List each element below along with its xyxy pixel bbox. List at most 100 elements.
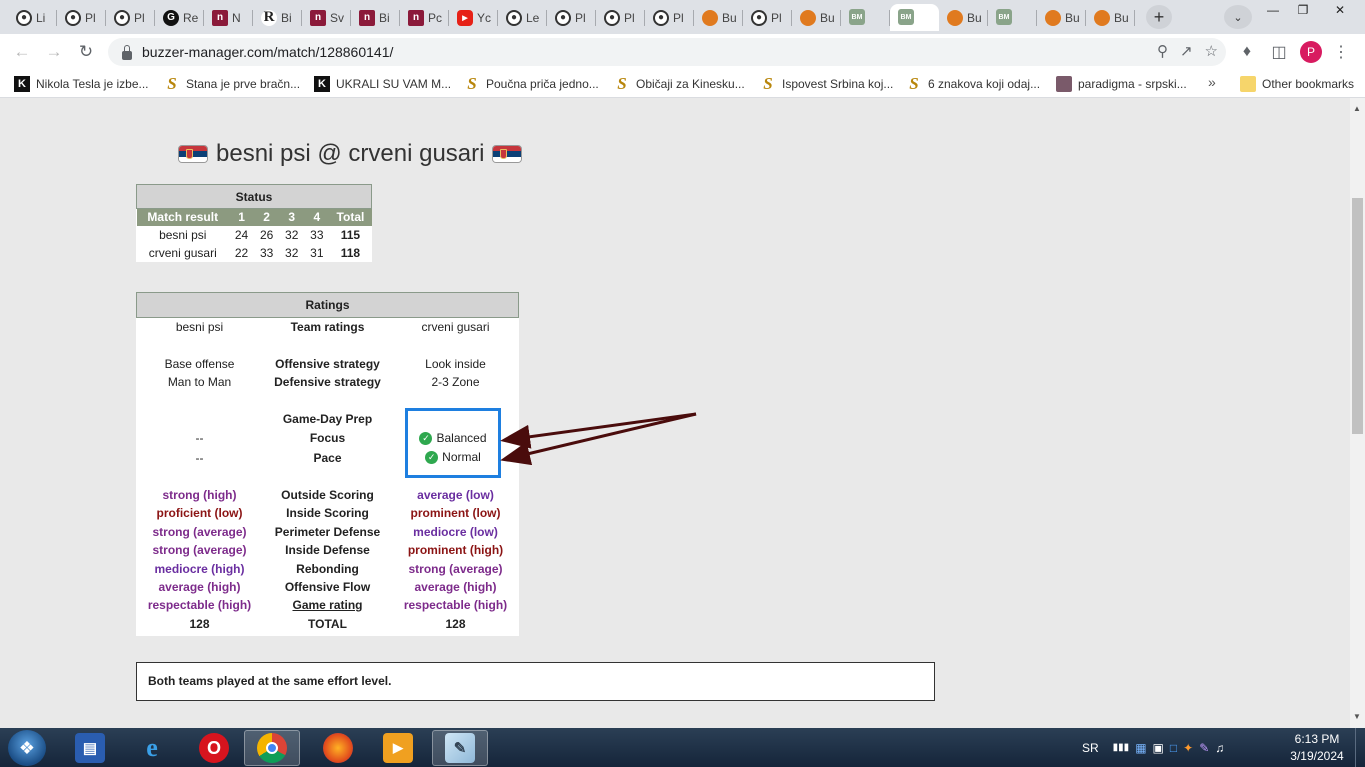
soccer-ball-icon: ● <box>604 9 620 26</box>
browser-tab[interactable]: BMBu <box>841 4 890 31</box>
bookmarks-overflow-button[interactable]: » <box>1208 74 1216 90</box>
taskbar-chrome[interactable] <box>244 730 300 766</box>
start-button[interactable]: ❖ <box>8 730 46 766</box>
tab-strip: ● Li ● Pl ● Pl G Re n N R Bi n Sv n Bi n Pc ▶ Yc ● Le ● Pl ● Pl ● P… <box>0 0 1365 34</box>
zoom-icon[interactable]: ⚲ <box>1157 42 1168 60</box>
address-bar[interactable]: buzzer-manager.com/match/128860141/ ⚲ ↗ … <box>108 38 1226 66</box>
restore-icon[interactable]: ❐ <box>1288 0 1318 20</box>
minimize-icon[interactable]: — <box>1258 0 1288 20</box>
offensive-strategy-label: Offensive strategy <box>275 357 380 371</box>
away-rating: mediocre (low) <box>413 525 498 539</box>
tab-title: N <box>232 10 241 25</box>
bookmark-item[interactable]: S 6 znakova koji odaj... <box>906 74 1040 93</box>
browser-tab[interactable]: n Bi <box>351 4 400 31</box>
signal-icon[interactable]: ▮▮▮ <box>1113 742 1130 753</box>
taskbar-ie[interactable]: e <box>124 730 180 766</box>
browser-tab[interactable]: ● Pl <box>596 4 645 31</box>
game-rating-link[interactable]: Game rating <box>264 598 391 612</box>
defensive-strategy-label: Defensive strategy <box>274 375 381 389</box>
browser-tab[interactable]: ● Le <box>498 4 547 31</box>
game-day-prep-highlight: ✓ Balanced ✓ Normal <box>405 408 501 478</box>
other-bookmarks[interactable]: Other bookmarks <box>1240 75 1354 93</box>
scrollbar-thumb[interactable] <box>1352 198 1363 434</box>
share-icon[interactable]: ↗ <box>1180 42 1193 60</box>
taskbar-opera[interactable]: O <box>186 730 242 766</box>
browser-toolbar: ← → ↻ buzzer-manager.com/match/128860141… <box>0 34 1365 70</box>
browser-tab[interactable]: ▶ Yc <box>449 4 498 31</box>
browser-tab[interactable]: ● Pl <box>743 4 792 31</box>
browser-tab[interactable]: ● Pl <box>645 4 694 31</box>
browser-tab[interactable]: Bu <box>792 4 841 31</box>
clock-time: 6:13 PM <box>1294 732 1340 746</box>
quarter-score: 33 <box>259 245 274 260</box>
s-logo-icon: S <box>167 74 177 93</box>
scroll-up-icon[interactable]: ▲ <box>1353 104 1361 113</box>
show-desktop-button[interactable] <box>1355 728 1365 767</box>
bookmark-item[interactable]: K Nikola Tesla je izbe... <box>14 75 149 93</box>
browser-tab[interactable]: G Re <box>155 4 204 31</box>
home-rating: strong (average) <box>152 525 247 539</box>
browser-tab[interactable]: Bu <box>1037 4 1086 31</box>
browser-tab[interactable]: ● Pl <box>106 4 155 31</box>
extensions-icon[interactable]: ♦ <box>1236 43 1258 61</box>
browser-tab[interactable]: ● Pl <box>547 4 596 31</box>
browser-tab[interactable]: n Pc <box>400 4 449 31</box>
quarter-score: 31 <box>310 245 324 260</box>
tool-icon[interactable]: ✦ <box>1183 741 1193 755</box>
browser-tab[interactable]: ● Li <box>8 4 57 31</box>
star-icon[interactable]: ☆ <box>1205 42 1218 60</box>
browser-tab[interactable]: ● Pl <box>57 4 106 31</box>
bookmark-item[interactable]: S Ispovest Srbina koj... <box>760 74 893 93</box>
page-content: besni psi @ crveni gusari Status Match r… <box>0 98 1350 728</box>
browser-tab[interactable]: BMBu <box>988 4 1037 31</box>
taskbar-notepad[interactable]: ✎ <box>432 730 488 766</box>
bookmark-item[interactable]: S Poučna priča jedno... <box>464 74 598 93</box>
bookmark-item[interactable]: S Stana je prve bračn... <box>164 74 301 93</box>
language-indicator[interactable]: SR <box>1082 741 1099 755</box>
bookmark-item[interactable]: paradigma - srpski... <box>1056 75 1187 93</box>
ratings-table: Ratings besni psi Team ratings crveni gu… <box>136 292 519 636</box>
pen-icon[interactable]: ✎ <box>1199 741 1209 755</box>
s-logo-icon: S <box>467 74 477 93</box>
away-offense: Look inside <box>425 357 486 371</box>
browser-tab[interactable]: nN <box>204 4 253 31</box>
basketball-icon <box>1045 9 1061 26</box>
taskbar-save-app[interactable]: ▤ <box>62 730 118 766</box>
tab-title: Bu <box>722 10 737 25</box>
away-team-name: crveni gusari <box>421 320 490 334</box>
network-icon[interactable]: ▣ <box>1153 741 1164 755</box>
bookmark-item[interactable]: K UKRALI SU VAM M... <box>314 75 451 93</box>
tab-search-button[interactable]: ⌄ <box>1224 5 1252 29</box>
browser-tab[interactable]: n Sv <box>302 4 351 31</box>
windows-apps-icon[interactable]: ▦ <box>1135 741 1146 755</box>
browser-tab[interactable]: Bu <box>1086 4 1135 31</box>
close-window-icon[interactable]: ✕ <box>1318 0 1362 20</box>
browser-tab[interactable]: Bu <box>939 4 988 31</box>
bookmark-label: Običaji za Kinesku... <box>636 77 745 91</box>
outlook-icon[interactable]: □ <box>1170 741 1177 755</box>
vertical-scrollbar[interactable]: ▲ ▼ <box>1350 98 1365 728</box>
status-column-headers: Match result 1 2 3 4 Total <box>136 208 372 226</box>
scroll-down-icon[interactable]: ▼ <box>1353 712 1361 721</box>
forward-arrow-icon[interactable]: → <box>42 41 66 63</box>
browser-tab[interactable]: R Bi <box>253 4 302 31</box>
taskbar-media-player[interactable]: ▶ <box>370 730 426 766</box>
taskbar-firefox[interactable] <box>310 730 366 766</box>
browser-tab[interactable]: Bu <box>694 4 743 31</box>
floppy-disk-icon: ▤ <box>75 733 105 763</box>
browser-tab[interactable]: BM✕ <box>890 4 939 31</box>
clock[interactable]: 6:13 PM 3/19/2024 <box>1282 731 1352 765</box>
sidebar-icon[interactable]: ◫ <box>1268 42 1290 62</box>
reload-icon[interactable]: ↻ <box>74 41 98 63</box>
volume-icon[interactable]: ♫ <box>1215 741 1224 755</box>
home-defense: Man to Man <box>167 375 232 389</box>
new-tab-button[interactable]: + <box>1146 5 1172 29</box>
menu-icon[interactable]: ⋮ <box>1330 42 1352 62</box>
url-text[interactable]: buzzer-manager.com/match/128860141/ <box>142 44 393 60</box>
back-arrow-icon[interactable]: ← <box>10 41 34 63</box>
home-offense: Base offense <box>164 357 235 371</box>
column-header: 3 <box>279 208 305 226</box>
bookmark-item[interactable]: S Običaji za Kinesku... <box>614 74 745 93</box>
bookmark-label: Stana je prve bračn... <box>186 77 301 91</box>
profile-avatar[interactable]: P <box>1300 41 1322 63</box>
